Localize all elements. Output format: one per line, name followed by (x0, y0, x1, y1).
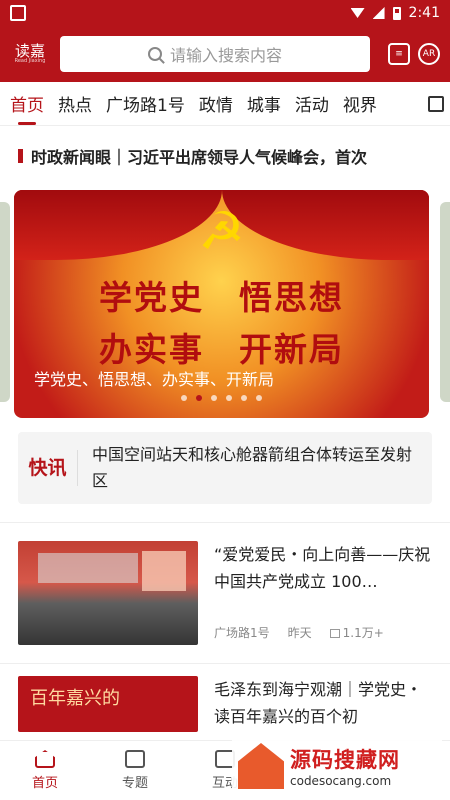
watermark-title: 源码搜藏网 (290, 748, 400, 772)
ar-icon[interactable]: AR (418, 43, 440, 65)
news-title: 毛泽东到海宁观潮｜学党史・读百年嘉兴的百个初 (214, 680, 423, 726)
channel-tabs: 首页 热点 广场路1号 政情 城事 活动 视界 (0, 82, 450, 126)
news-thumbnail (18, 541, 198, 645)
news-thumbnail: 百年嘉兴的 (18, 676, 198, 732)
carousel-dot-active[interactable] (196, 395, 202, 401)
news-card-icon[interactable]: ≡ (388, 43, 410, 65)
carousel-dot[interactable] (226, 395, 232, 401)
flash-text: 中国空间站天和核心舱器箭组合体转运至发射区 (92, 445, 413, 490)
headline-bullet (18, 149, 23, 163)
notification-icon (10, 5, 26, 21)
flash-news[interactable]: 快讯 中国空间站天和核心舱器箭组合体转运至发射区 (18, 432, 432, 504)
nav-topics-label: 专题 (121, 776, 148, 791)
carousel-prev-peek (0, 202, 10, 402)
signal-icon (372, 7, 385, 19)
nav-topics[interactable]: 专题 (90, 741, 180, 800)
status-time: 2:41 (408, 5, 440, 21)
news-title: “爱党爱民・向上向善——庆祝中国共产党成立 100… (214, 545, 431, 591)
tab-home[interactable]: 首页 (10, 91, 44, 125)
headline-ticker[interactable]: 时政新闻眼｜习近平出席领导人气候峰会，首次 (0, 126, 450, 186)
news-time: 昨天 (287, 626, 312, 640)
watermark: 源码搜藏网 codesocang.com (232, 736, 442, 796)
watermark-url: codesocang.com (290, 774, 392, 788)
watermark-house-icon (238, 743, 284, 789)
app-logo-subtext: Read Jiaxing (14, 58, 46, 64)
banner-line-1: 学党史 悟思想 (99, 278, 344, 317)
carousel-dots (14, 395, 429, 401)
flash-label: 快讯 (18, 450, 78, 486)
wifi-icon (350, 8, 365, 18)
headline-text: 时政新闻眼｜习近平出席领导人气候峰会，首次 (31, 148, 368, 167)
tab-city[interactable]: 城事 (247, 91, 281, 116)
status-bar: 2:41 (0, 0, 450, 26)
news-source: 广场路1号 (214, 626, 270, 640)
thumb-stage-banner (38, 553, 138, 583)
banner-caption: 学党史、悟思想、办实事、开新局 (34, 370, 275, 389)
views-icon (329, 629, 340, 638)
party-emblem-icon: ☭ (198, 202, 245, 262)
battery-icon (392, 6, 401, 20)
search-placeholder: 请输入搜索内容 (169, 46, 282, 65)
app-logo-text: 读嘉 (14, 42, 45, 60)
news-meta: 广场路1号 昨天 1.1万+ (214, 624, 432, 645)
news-item[interactable]: “爱党爱民・向上向善——庆祝中国共产党成立 100… 广场路1号 昨天 1.1万… (0, 523, 450, 645)
news-views: 1.1万+ (342, 626, 384, 640)
home-icon (35, 750, 55, 768)
tab-politics[interactable]: 政情 (199, 91, 233, 116)
tab-guangchanglu[interactable]: 广场路1号 (106, 91, 185, 116)
grid-icon (428, 96, 444, 112)
carousel-dot[interactable] (211, 395, 217, 401)
banner-headline: 学党史 悟思想 办实事 开新局 (14, 272, 429, 376)
channel-menu-button[interactable] (422, 82, 450, 125)
carousel-next-peek (440, 202, 450, 402)
search-bar[interactable]: 请输入搜索内容 (60, 36, 370, 72)
tab-hot[interactable]: 热点 (58, 91, 92, 116)
nav-home[interactable]: 首页 (0, 741, 90, 800)
tab-events[interactable]: 活动 (295, 91, 329, 116)
app-logo[interactable]: 读嘉 Read Jiaxing (10, 44, 50, 64)
news-item[interactable]: 百年嘉兴的 毛泽东到海宁观潮｜学党史・读百年嘉兴的百个初 (0, 664, 450, 732)
tab-vision[interactable]: 视界 (343, 91, 377, 116)
carousel-dot[interactable] (241, 395, 247, 401)
banner-carousel[interactable]: ☭ 学党史 悟思想 办实事 开新局 学党史、悟思想、办实事、开新局 (0, 190, 450, 422)
nav-home-label: 首页 (31, 776, 58, 791)
thumb-stage-board (142, 551, 186, 591)
banner-slide[interactable]: ☭ 学党史 悟思想 办实事 开新局 学党史、悟思想、办实事、开新局 (14, 190, 429, 418)
topics-icon (125, 750, 145, 768)
search-icon (147, 47, 162, 61)
carousel-dot[interactable] (181, 395, 187, 401)
carousel-dot[interactable] (256, 395, 262, 401)
app-bar: 读嘉 Read Jiaxing 请输入搜索内容 ≡ AR (0, 26, 450, 82)
